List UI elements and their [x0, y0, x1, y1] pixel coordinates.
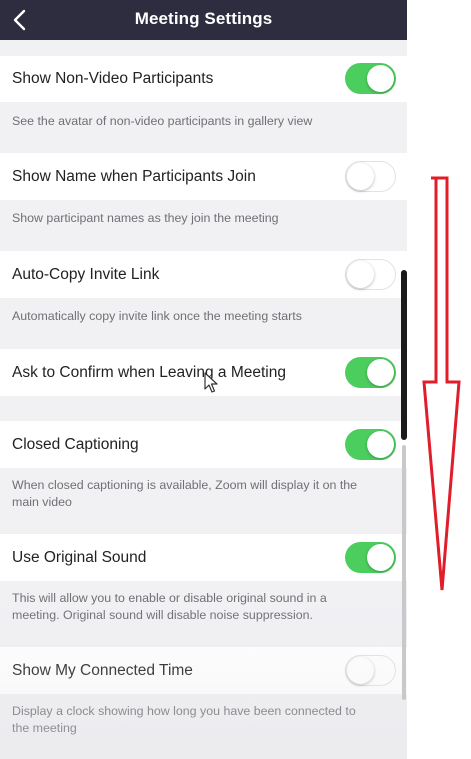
toggle-knob [367, 431, 394, 458]
setting-description: Display a clock showing how long you hav… [0, 694, 407, 745]
setting-description: This will allow you to enable or disable… [0, 581, 407, 632]
setting-row-show-my-connected-time: Show My Connected Time [0, 647, 407, 694]
setting-description: See the avatar of non-video participants… [0, 102, 407, 140]
setting-row-use-original-sound: Use Original Sound [0, 534, 407, 581]
setting-description: Automatically copy invite link once the … [0, 298, 407, 334]
toggle-show-name-when-participants-join[interactable] [345, 161, 396, 192]
setting-label: Show Non-Video Participants [12, 70, 214, 87]
setting-label: Show My Connected Time [12, 661, 193, 679]
setting-description: Show participant names as they join the … [0, 200, 407, 236]
setting-label: Closed Captioning [12, 435, 139, 453]
toggle-knob [347, 656, 374, 684]
scroll-down-arrow-icon [422, 176, 461, 591]
toggle-knob [367, 359, 394, 386]
setting-label: Show Name when Participants Join [12, 167, 256, 185]
toggle-use-original-sound[interactable] [345, 542, 396, 573]
scrollbar-thumb[interactable] [401, 270, 407, 440]
setting-label: Auto-Copy Invite Link [12, 265, 160, 283]
nav-header: Meeting Settings [0, 0, 407, 40]
setting-row-auto-copy-invite-link: Auto-Copy Invite Link [0, 251, 407, 298]
toggle-show-my-connected-time[interactable] [345, 655, 396, 686]
toggle-auto-copy-invite-link[interactable] [345, 259, 396, 290]
setting-description: When closed captioning is available, Zoo… [0, 468, 407, 519]
toggle-knob [367, 544, 394, 571]
toggle-closed-captioning[interactable] [345, 429, 396, 460]
page-title: Meeting Settings [134, 9, 273, 28]
toggle-knob [347, 260, 374, 288]
setting-label: Use Original Sound [12, 548, 147, 566]
mouse-cursor-icon [204, 372, 218, 393]
scrollbar-track [402, 445, 406, 700]
setting-row-show-non-video-participants: Show Non-Video Participants [0, 56, 407, 102]
setting-row-show-name-when-participants-join: Show Name when Participants Join [0, 153, 407, 200]
toggle-ask-to-confirm-when-leaving[interactable] [345, 357, 396, 388]
settings-screen: Meeting Settings Show Non-Video Particip… [0, 0, 407, 759]
setting-label: Ask to Confirm when Leaving a Meeting [12, 363, 286, 381]
toggle-knob [347, 162, 374, 190]
toggle-knob [367, 65, 394, 92]
toggle-show-non-video-participants[interactable] [345, 63, 396, 94]
setting-row-closed-captioning: Closed Captioning [0, 421, 407, 468]
